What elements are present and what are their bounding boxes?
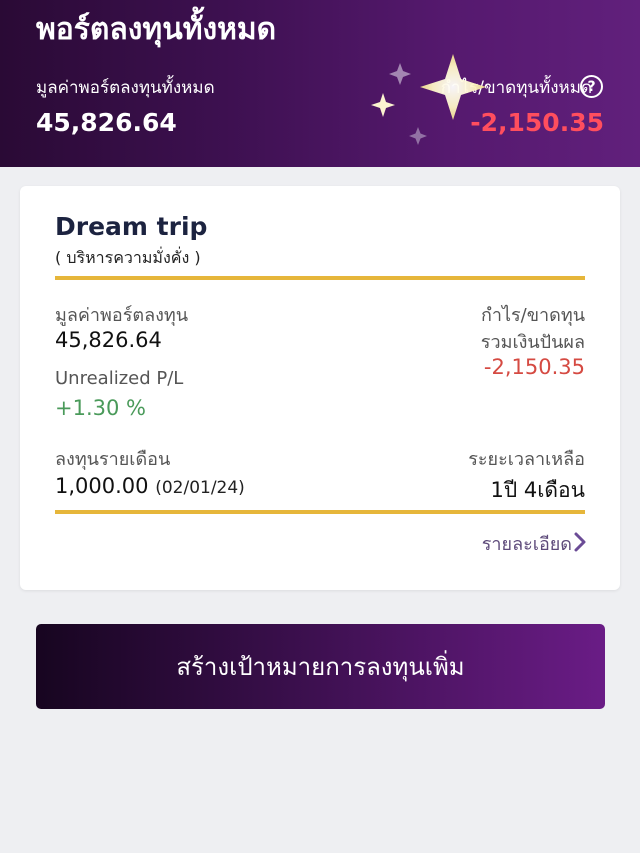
remaining-time-label: ระยะเวลาเหลือ xyxy=(468,449,585,470)
divider xyxy=(55,276,585,280)
portfolio-header: พอร์ตลงทุนทั้งหมด มูลค่าพอร์ตลงทุนทั้งหม… xyxy=(0,0,640,167)
unrealized-label: Unrealized P/L xyxy=(55,368,184,389)
monthly-investment-value: 1,000.00 xyxy=(55,474,149,498)
monthly-investment-label: ลงทุนรายเดือน xyxy=(55,449,171,470)
divider xyxy=(55,510,585,514)
details-link[interactable]: รายละเอียด xyxy=(482,529,572,558)
total-value-label: มูลค่าพอร์ตลงทุนทั้งหมด xyxy=(36,78,215,98)
goal-title: Dream trip xyxy=(55,212,208,241)
sparkle-icon xyxy=(371,93,395,117)
portfolio-value-label: มูลค่าพอร์ตลงทุน xyxy=(55,305,189,326)
monthly-investment-date: (02/01/24) xyxy=(155,478,245,498)
total-pl-value: -2,150.35 xyxy=(470,108,604,137)
remaining-time-value: 1ปี 4เดือน xyxy=(490,478,585,502)
portfolio-value: 45,826.64 xyxy=(55,328,162,352)
sparkle-icon xyxy=(409,127,427,145)
pl-dividend-label: รวมเงินปันผล xyxy=(480,332,585,353)
page-title: พอร์ตลงทุนทั้งหมด xyxy=(36,12,277,47)
sparkle-icon xyxy=(420,54,486,120)
goal-subtitle: ( บริหารความมั่งคั่ง ) xyxy=(55,248,201,267)
goal-card[interactable]: Dream trip ( บริหารความมั่งคั่ง ) มูลค่า… xyxy=(20,186,620,590)
pl-value: -2,150.35 xyxy=(483,355,585,379)
sparkle-icon xyxy=(389,63,411,85)
info-icon[interactable]: ? xyxy=(580,75,603,98)
chevron-right-icon[interactable] xyxy=(572,531,588,553)
total-value: 45,826.64 xyxy=(36,108,177,137)
monthly-investment: 1,000.00 (02/01/24) xyxy=(55,474,245,498)
create-goal-button[interactable]: สร้างเป้าหมายการลงทุนเพิ่ม xyxy=(36,624,605,709)
unrealized-value: +1.30 % xyxy=(55,396,146,420)
pl-label: กำไร/ขาดทุน xyxy=(480,305,585,326)
